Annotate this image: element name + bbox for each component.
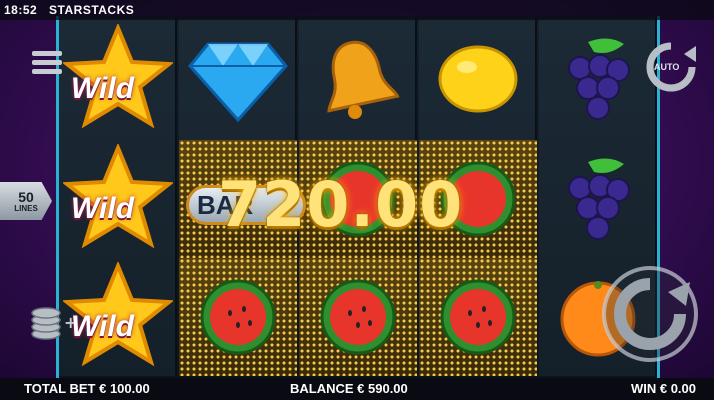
- spin-button[interactable]: [598, 262, 702, 366]
- watermelon-symbol: [179, 258, 297, 376]
- autoplay-button[interactable]: AUTO: [644, 40, 698, 94]
- diamond-symbol: [179, 20, 297, 138]
- coin-stack-icon: +: [31, 307, 74, 340]
- watermelon-icon: [320, 279, 396, 355]
- balance: BALANCE € 590.00: [290, 381, 408, 396]
- status-bar: 18:52 STARSTACKS: [0, 0, 714, 20]
- lines-count: 50: [18, 188, 34, 205]
- clock: 18:52: [4, 3, 38, 17]
- game-title: STARSTACKS: [49, 3, 135, 17]
- win-total: WIN € 0.00: [630, 381, 696, 396]
- wild-symbol: Wild: [59, 258, 177, 376]
- grapes-icon: [568, 38, 630, 120]
- footer-bar: TOTAL BET € 100.00 BALANCE € 590.00 WIN …: [0, 378, 714, 400]
- bell-icon: [327, 40, 400, 119]
- watermelon-icon: [200, 279, 276, 355]
- lines-label: LINES: [14, 203, 38, 213]
- watermelon-symbol: [299, 258, 417, 376]
- wild-label: Wild: [71, 72, 135, 105]
- svg-text:+: +: [64, 313, 74, 332]
- menu-button[interactable]: [30, 48, 64, 78]
- hamburger-icon: [32, 51, 62, 74]
- lines-indicator: 50 LINES: [0, 182, 52, 220]
- grapes-icon: [568, 158, 630, 240]
- grapes-symbol: [539, 140, 657, 258]
- lemon-icon: [438, 45, 518, 113]
- bell-symbol: [299, 20, 417, 138]
- wild-symbol: Wild: [59, 140, 177, 258]
- spin-icon: [602, 266, 698, 362]
- diamond-icon: [188, 42, 288, 123]
- watermelon-symbol: [419, 258, 537, 376]
- watermelon-icon: [440, 279, 516, 355]
- wild-label: Wild: [71, 192, 135, 225]
- total-bet: TOTAL BET € 100.00: [24, 381, 150, 396]
- wild-label: Wild: [71, 310, 135, 343]
- wild-symbol: Wild: [59, 20, 177, 138]
- win-amount-display: 720.00: [218, 168, 464, 241]
- lemon-symbol: [419, 20, 537, 138]
- bet-button[interactable]: +: [28, 300, 74, 342]
- autoplay-label: AUTO: [654, 62, 680, 72]
- grapes-symbol: [539, 20, 657, 138]
- reel-1: Wild Wild Wild: [59, 18, 177, 376]
